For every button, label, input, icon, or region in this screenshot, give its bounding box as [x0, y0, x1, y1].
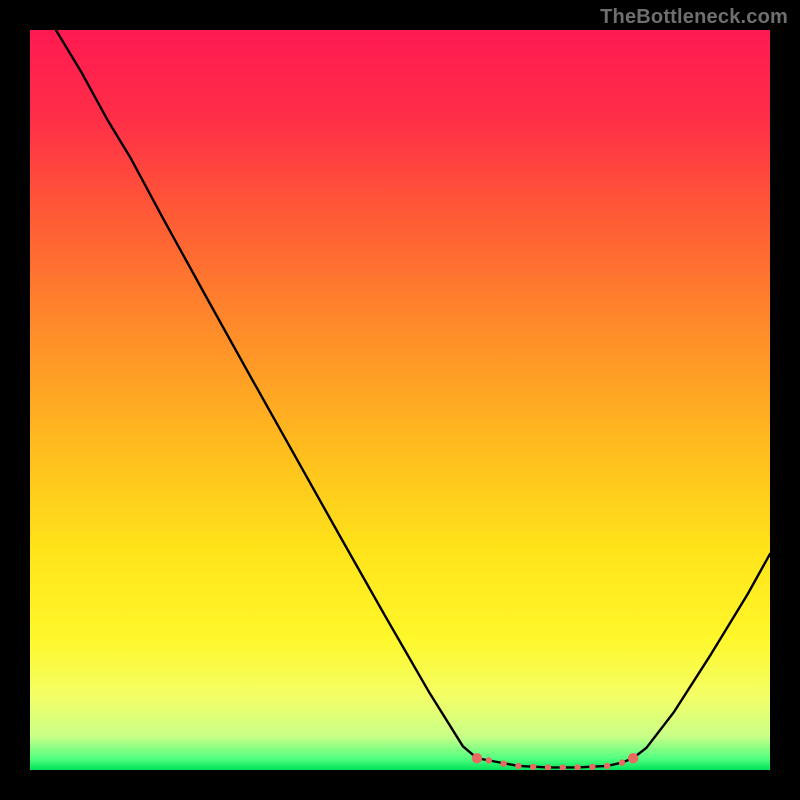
marker-dot — [486, 757, 492, 763]
chart-background — [30, 30, 770, 770]
marker-dot — [530, 764, 536, 770]
marker-dot — [589, 764, 595, 770]
marker-dot — [619, 759, 625, 765]
app-frame: TheBottleneck.com — [0, 0, 800, 800]
marker-dot — [472, 753, 482, 763]
watermark-text: TheBottleneck.com — [600, 6, 788, 29]
marker-dot — [500, 761, 506, 767]
chart-svg — [30, 30, 770, 770]
bottleneck-chart — [30, 30, 770, 770]
marker-dot — [628, 753, 638, 763]
marker-dot — [515, 763, 521, 769]
marker-dot — [604, 763, 610, 769]
